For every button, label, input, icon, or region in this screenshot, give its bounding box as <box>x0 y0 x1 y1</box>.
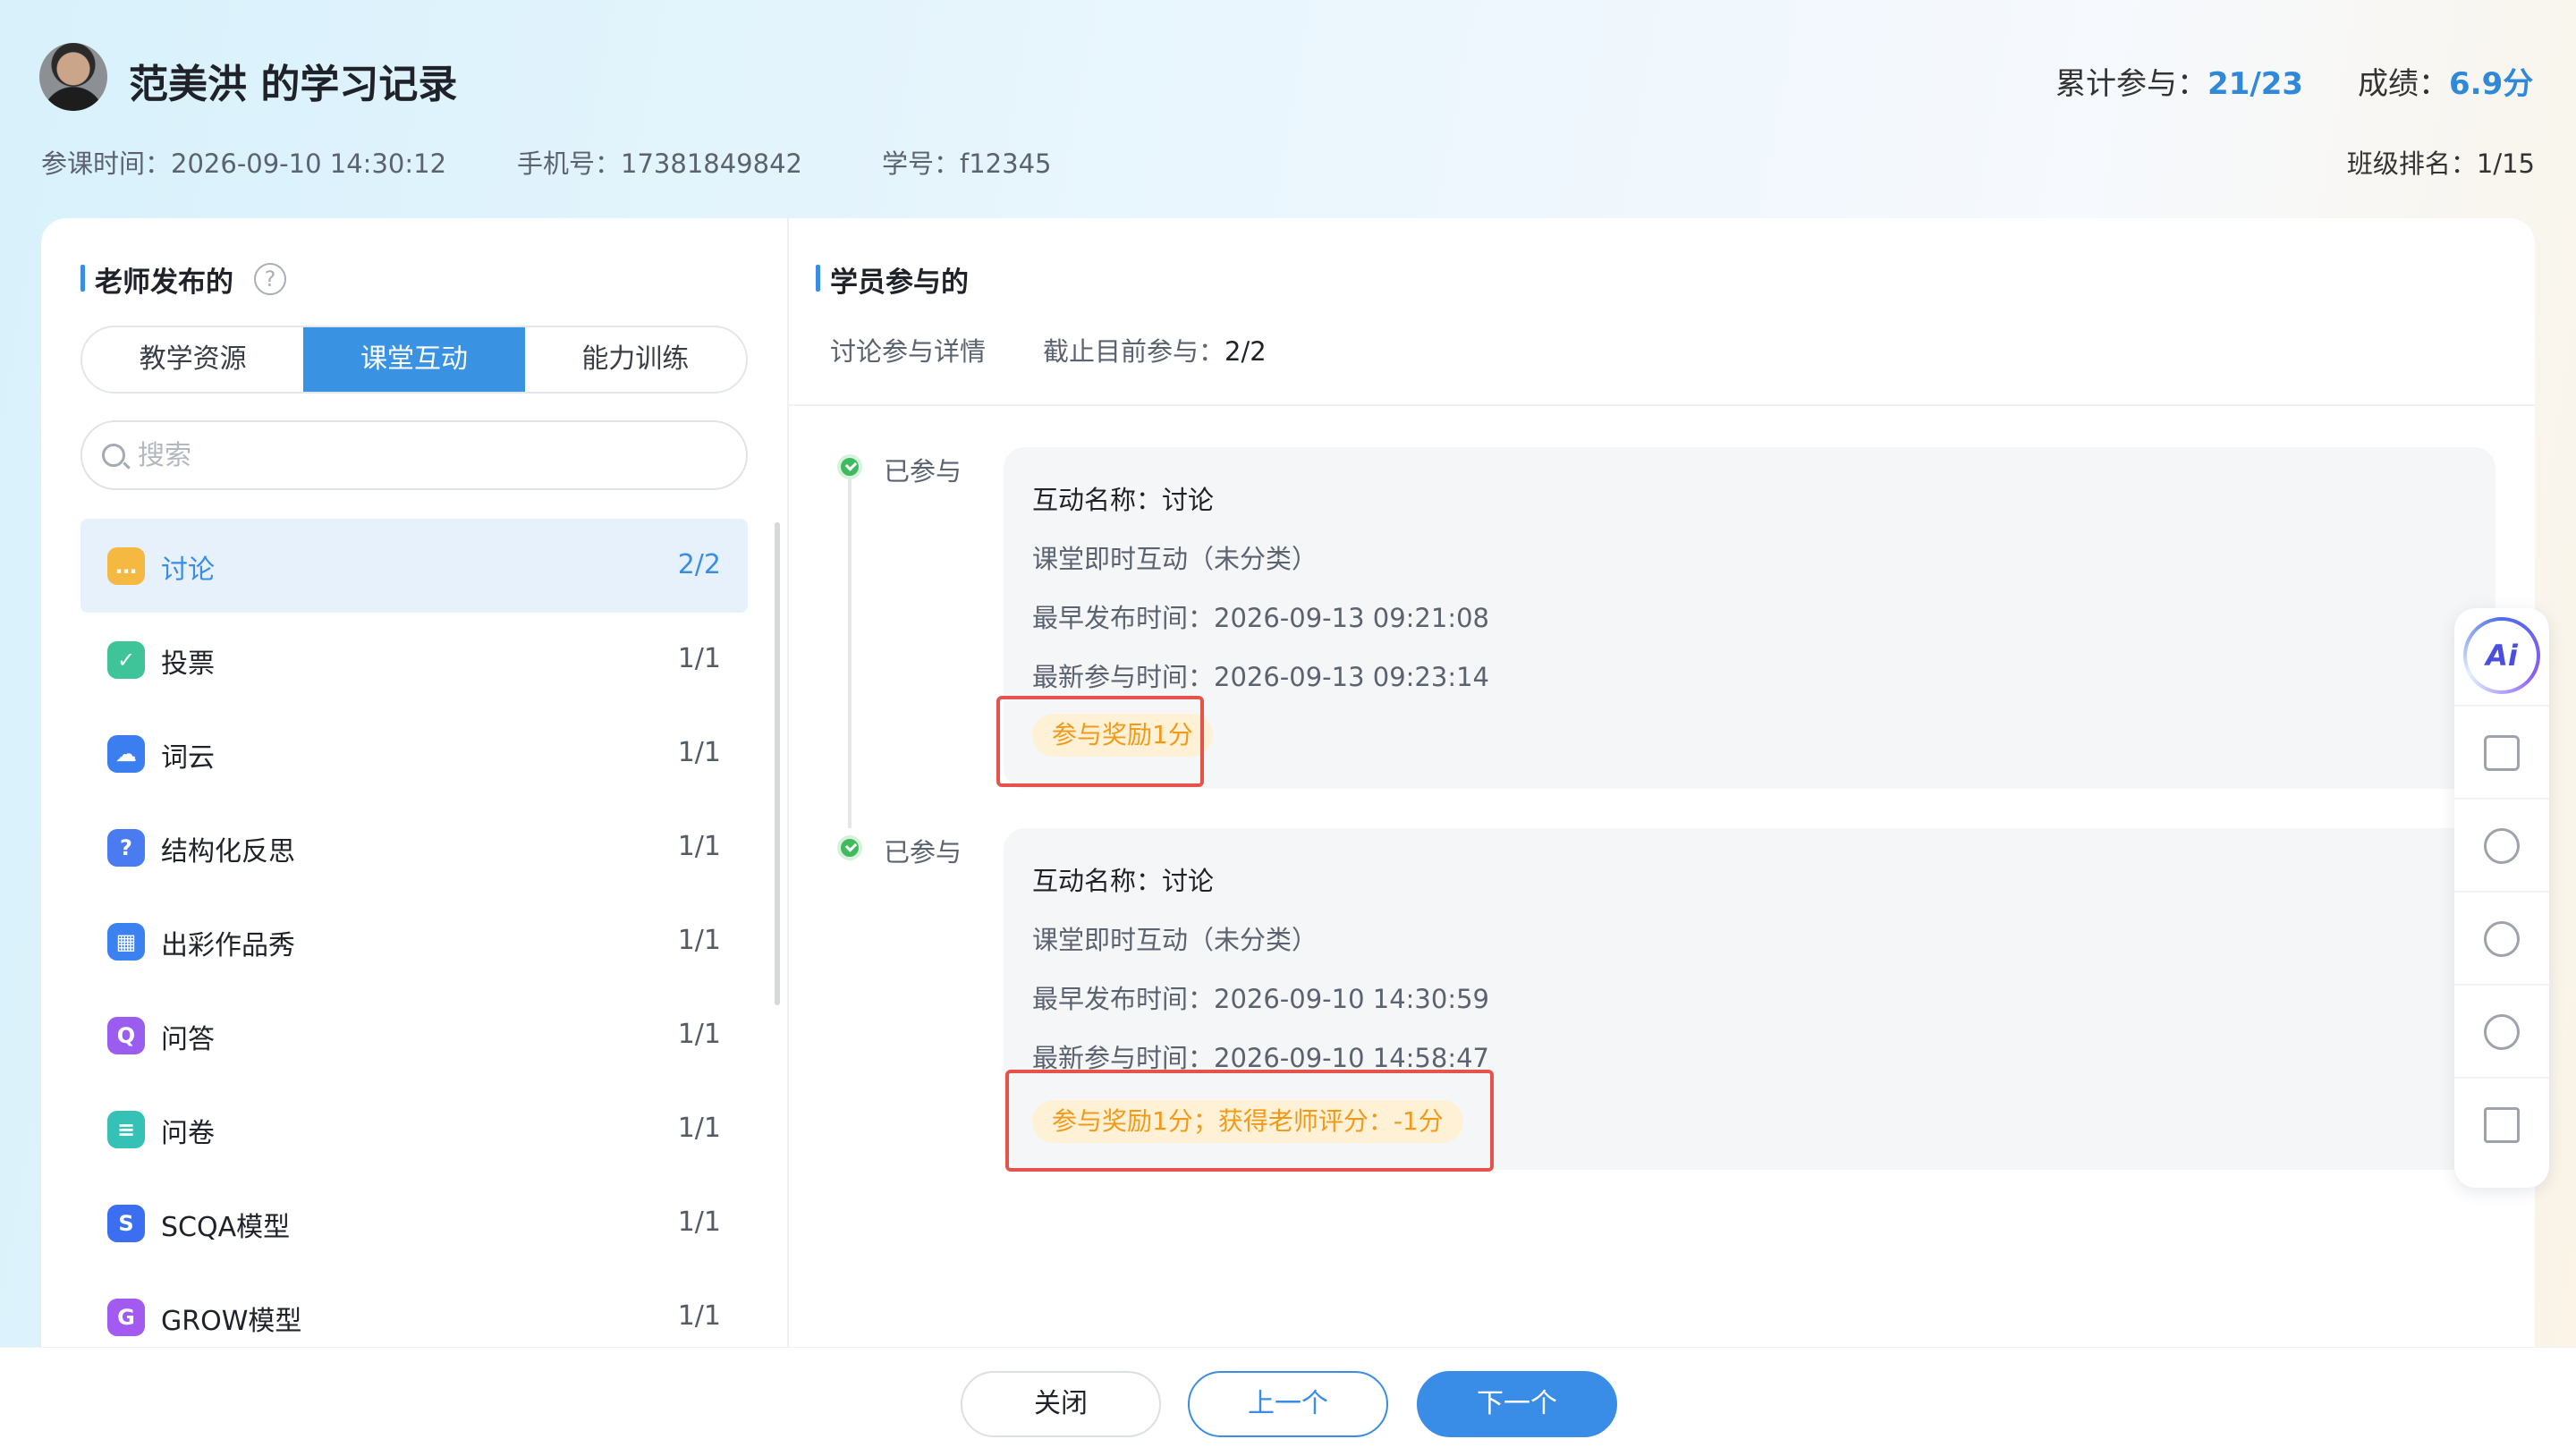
list-item-wordcloud[interactable]: ☁ 词云 1/1 <box>80 707 748 800</box>
ai-icon: Ai <box>2463 617 2540 694</box>
next-button[interactable]: 下一个 <box>1417 1371 1617 1437</box>
student-section-title: 学员参与的 <box>816 259 969 300</box>
qa-icon: Q <box>107 1017 145 1054</box>
record-name: 互动名称：讨论 <box>1032 485 1215 515</box>
list-item-scqa[interactable]: S SCQA模型 1/1 <box>80 1176 748 1270</box>
record-first-publish: 最早发布时间：2026-09-13 09:21:08 <box>1032 603 1489 633</box>
record-name: 互动名称：讨论 <box>1032 866 1215 896</box>
join-time: 参课时间：2026-09-10 14:30:12 <box>41 148 447 179</box>
list-item-reflection[interactable]: ? 结构化反思 1/1 <box>80 800 748 894</box>
comment-button[interactable] <box>2454 798 2549 891</box>
survey-icon: ≡ <box>107 1111 145 1148</box>
list-item-vote[interactable]: ✓ 投票 1/1 <box>80 613 748 707</box>
search-box <box>80 420 748 490</box>
contact-card-icon <box>2484 735 2520 771</box>
reflection-icon: ? <box>107 829 145 867</box>
grow-icon: G <box>107 1299 145 1336</box>
wordcloud-icon: ☁ <box>107 735 145 773</box>
student-id: 学号：f12345 <box>882 148 1052 179</box>
highlight-box <box>1005 1070 1494 1172</box>
main-card: 老师发布的 ? 教学资源 课堂互动 能力训练 … 讨论 2/2 ✓ 投票 1/1… <box>41 218 2535 1456</box>
record-card: 互动名称：讨论 课堂即时互动（未分类） 最早发布时间：2026-09-13 09… <box>1004 447 2496 789</box>
discussion-icon: … <box>107 547 145 585</box>
tab-skill-training[interactable]: 能力训练 <box>525 327 746 392</box>
previous-button[interactable]: 上一个 <box>1188 1371 1388 1437</box>
side-toolbar: Ai <box>2454 608 2549 1188</box>
stopwatch-icon <box>2484 921 2520 957</box>
help-button[interactable] <box>2454 984 2549 1077</box>
footer-bar: 关闭 上一个 下一个 <box>0 1347 2576 1456</box>
edit-icon <box>2484 1107 2520 1143</box>
ai-assistant-button[interactable]: Ai <box>2454 608 2549 701</box>
check-icon <box>837 454 862 479</box>
list-item-qa[interactable]: Q 问答 1/1 <box>80 988 748 1082</box>
phone: 手机号：17381849842 <box>517 148 802 179</box>
header: 范美洪 的学习记录 参课时间：2026-09-10 14:30:12 手机号：1… <box>0 0 2576 215</box>
record-status: 已参与 <box>884 456 962 487</box>
close-button[interactable]: 关闭 <box>961 1371 1161 1437</box>
list-item-survey[interactable]: ≡ 问卷 1/1 <box>80 1082 748 1176</box>
record-status: 已参与 <box>884 837 962 868</box>
tab-classroom-interaction[interactable]: 课堂互动 <box>303 327 525 392</box>
list-scrollbar[interactable] <box>775 522 780 1005</box>
search-icon <box>102 444 125 467</box>
search-input[interactable] <box>138 429 728 481</box>
score-stat: 成绩：6.9分 <box>2358 66 2534 102</box>
list-item-discussion[interactable]: … 讨论 2/2 <box>80 519 748 613</box>
question-icon <box>2484 1014 2520 1050</box>
chat-bubble-icon <box>2484 828 2520 864</box>
timeline-line <box>848 479 852 828</box>
class-rank: 班级排名：1/15 <box>2346 148 2535 179</box>
interaction-list: … 讨论 2/2 ✓ 投票 1/1 ☁ 词云 1/1 ? 结构化反思 1/1 ▦… <box>80 519 748 1364</box>
edit-button[interactable] <box>2454 1077 2549 1170</box>
tab-teaching-resources[interactable]: 教学资源 <box>82 327 303 392</box>
list-item-showcase[interactable]: ▦ 出彩作品秀 1/1 <box>80 894 748 988</box>
highlight-box <box>996 696 1204 787</box>
record-category: 课堂即时互动（未分类） <box>1032 925 1318 955</box>
check-icon <box>837 835 862 860</box>
help-icon[interactable]: ? <box>254 263 286 295</box>
record-category: 课堂即时互动（未分类） <box>1032 544 1318 574</box>
category-tabs: 教学资源 课堂互动 能力训练 <box>80 326 748 394</box>
vote-icon: ✓ <box>107 641 145 679</box>
participation-stat: 累计参与：21/23 <box>2055 66 2304 102</box>
profile-button[interactable] <box>2454 705 2549 798</box>
discussion-detail-label: 讨论参与详情 <box>830 336 987 367</box>
record-last-join: 最新参与时间：2026-09-13 09:23:14 <box>1032 662 1489 692</box>
avatar <box>39 43 107 111</box>
page-title: 范美洪 的学习记录 <box>129 62 458 107</box>
showcase-icon: ▦ <box>107 923 145 961</box>
record-first-publish: 最早发布时间：2026-09-10 14:30:59 <box>1032 984 1489 1014</box>
participation-progress: 截止目前参与：2/2 <box>1043 336 1267 367</box>
teacher-section-title: 老师发布的 <box>80 259 233 300</box>
timer-button[interactable] <box>2454 891 2549 984</box>
scqa-icon: S <box>107 1205 145 1242</box>
right-header-divider <box>789 404 2535 406</box>
